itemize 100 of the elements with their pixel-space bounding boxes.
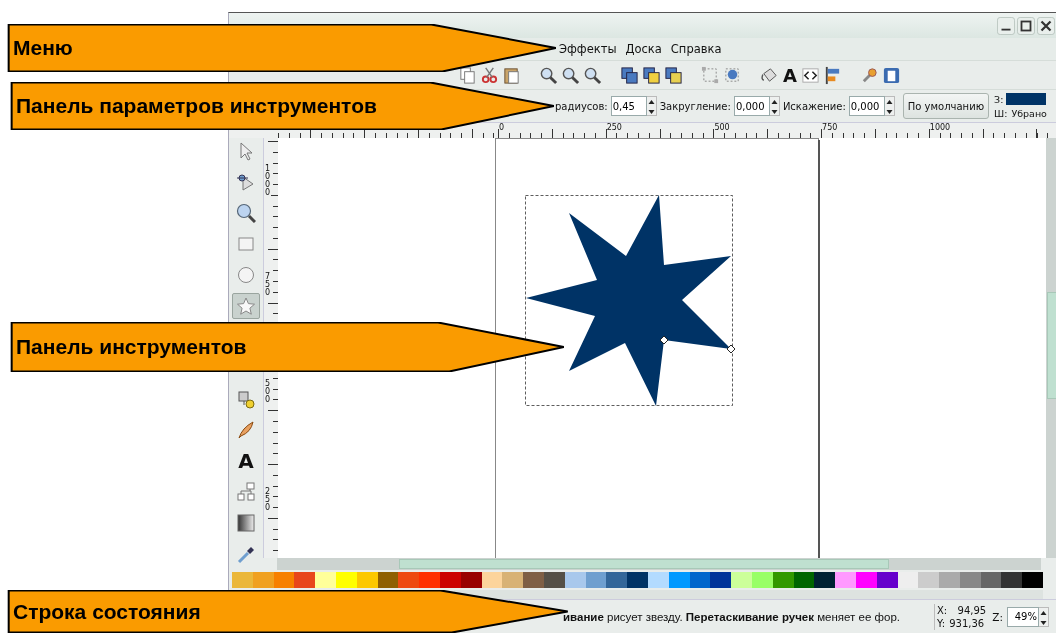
field-label: радиусов: (555, 100, 608, 112)
circle-icon (236, 265, 256, 285)
stacked-squares-icon[interactable] (620, 65, 639, 85)
text-tool-glyph[interactable]: A (782, 65, 798, 85)
close-button[interactable] (1037, 16, 1055, 35)
menu-item[interactable]: Эффекты (559, 41, 617, 57)
color-swatch[interactable] (835, 572, 856, 588)
magnifier-icon[interactable] (539, 65, 558, 85)
paint-bucket-icon (236, 389, 256, 409)
number-field[interactable]: 0,000 (733, 96, 770, 116)
spin-button[interactable] (884, 96, 895, 116)
color-swatch[interactable] (585, 572, 607, 588)
color-swatch[interactable] (564, 572, 586, 588)
horizontal-scrollbar[interactable] (277, 558, 1041, 570)
color-swatch[interactable] (980, 572, 1002, 588)
default-button[interactable]: По умолчанию (902, 93, 990, 119)
feather-icon (236, 420, 256, 440)
code-icon[interactable] (800, 65, 820, 85)
number-field[interactable]: 0,45 (610, 96, 647, 116)
color-swatch[interactable] (356, 572, 378, 588)
handle-icon[interactable] (726, 344, 736, 354)
coordinate-value: 94,95 (956, 603, 987, 617)
color-swatch[interactable] (731, 572, 752, 588)
paint-bucket-icon[interactable] (760, 65, 779, 85)
magnifier-icon[interactable] (583, 65, 602, 85)
color-swatch[interactable] (647, 572, 669, 588)
maximize-button[interactable] (1017, 16, 1035, 35)
stroke-value: Убрано (1011, 107, 1047, 119)
color-swatch[interactable] (689, 572, 711, 588)
minimize-button[interactable] (997, 16, 1015, 35)
color-swatch[interactable] (606, 572, 628, 588)
stacked-squares-icon[interactable] (664, 65, 683, 85)
magnifier-icon[interactable] (561, 65, 580, 85)
color-swatch[interactable] (502, 572, 524, 588)
star-icon (236, 296, 256, 316)
color-swatch[interactable] (460, 572, 482, 588)
number-field[interactable]: 0,000 (848, 96, 885, 116)
fill-label: З: (994, 93, 1004, 105)
color-swatch[interactable] (336, 572, 357, 588)
color-swatch[interactable] (918, 572, 940, 588)
color-swatch[interactable] (876, 572, 898, 588)
color-swatch[interactable] (315, 572, 336, 588)
color-swatch[interactable] (897, 572, 919, 588)
menu-item[interactable]: Доска (625, 41, 662, 57)
ruler-label: 500 (265, 380, 271, 405)
color-swatch[interactable] (627, 572, 648, 588)
vertical-scrollbar[interactable] (1046, 138, 1056, 558)
ruler-label: 250 (606, 123, 623, 132)
color-swatch[interactable] (523, 572, 544, 588)
menu-item[interactable]: Справка (670, 41, 722, 57)
color-swatch[interactable] (232, 572, 253, 588)
coordinate-value: 931,36 (948, 616, 985, 630)
color-swatch[interactable] (481, 572, 503, 588)
zoom-label: Z: (992, 610, 1003, 623)
color-swatch[interactable] (439, 572, 461, 588)
connector-icon (236, 482, 256, 502)
color-swatch[interactable] (772, 572, 794, 588)
zoom-field[interactable]: 49% (1006, 606, 1039, 627)
color-swatch[interactable] (814, 572, 836, 588)
color-swatch[interactable] (793, 572, 815, 588)
color-swatch[interactable] (939, 572, 960, 588)
spin-button[interactable] (646, 96, 657, 116)
color-swatch[interactable] (252, 572, 274, 588)
ruler-label: 750 (265, 272, 271, 297)
handle-icon[interactable] (659, 335, 669, 345)
clipboard-icon[interactable] (502, 65, 521, 85)
copy-icon[interactable] (458, 65, 477, 85)
coordinate-label: Y: (937, 616, 946, 630)
square-icon (236, 234, 256, 254)
palette-scrollbar[interactable] (454, 590, 1043, 599)
scrollbar-thumb[interactable] (399, 559, 889, 569)
magnifier-icon (236, 203, 256, 223)
coordinate-label: X: (937, 603, 948, 617)
color-swatch[interactable] (959, 572, 981, 588)
color-swatch[interactable] (543, 572, 565, 588)
color-swatch[interactable] (273, 572, 295, 588)
color-swatch[interactable] (1022, 572, 1044, 588)
ruler-label: 500 (714, 123, 731, 132)
node-square-icon[interactable] (701, 65, 720, 85)
color-swatch[interactable] (398, 572, 420, 588)
dropper-icon (236, 544, 256, 564)
color-swatch[interactable] (668, 572, 690, 588)
spin-button[interactable] (769, 96, 780, 116)
scrollbar-thumb[interactable] (1047, 292, 1056, 399)
color-swatch[interactable] (710, 572, 732, 588)
ruler-label: 1000 (265, 165, 271, 197)
ruler-label: 750 (822, 123, 839, 132)
gradient-square-icon (236, 513, 256, 533)
scissors-icon[interactable] (480, 65, 499, 85)
spin-button[interactable] (1038, 606, 1049, 627)
color-swatch[interactable] (1001, 572, 1023, 588)
fill-swatch[interactable] (1006, 93, 1047, 105)
stacked-squares-icon[interactable] (642, 65, 661, 85)
tool-button[interactable]: A (232, 448, 260, 474)
document-icon[interactable] (881, 65, 901, 85)
color-swatch[interactable] (294, 572, 316, 588)
color-swatch[interactable] (419, 572, 440, 588)
color-swatch[interactable] (751, 572, 773, 588)
color-swatch[interactable] (855, 572, 877, 588)
color-swatch[interactable] (377, 572, 399, 588)
